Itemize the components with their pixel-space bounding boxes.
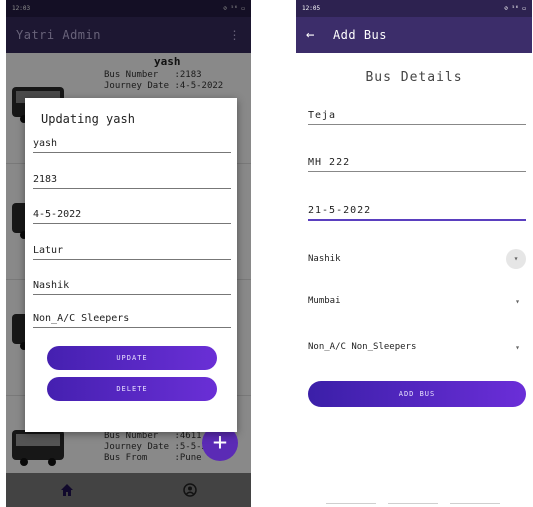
bus-name-field[interactable]: yash: [33, 138, 231, 153]
status-icons: ⊘ ⁵⁶ ▭: [504, 5, 526, 12]
nav-gesture-bar: [450, 503, 500, 504]
add-bus-button[interactable]: ADD BUS: [308, 381, 526, 407]
form-title: Bus Details: [365, 70, 463, 85]
page-title: Add Bus: [332, 28, 388, 42]
from-field[interactable]: Latur: [33, 245, 231, 260]
to-dropdown-value: Mumbai: [308, 296, 341, 306]
nav-gesture-bar: [326, 503, 376, 504]
left-phone-screen: 12:03 ⊘ ⁵⁶ ▭ Yatri Admin ⋮ yash Bus Numb…: [6, 0, 251, 507]
bus-name-field[interactable]: Teja: [308, 110, 526, 125]
app-bar: ← Add Bus: [296, 17, 532, 53]
update-button[interactable]: UPDATE: [47, 346, 217, 370]
dialog-title: Updating yash: [41, 112, 135, 126]
from-dropdown[interactable]: Nashik ▾: [308, 248, 526, 270]
journey-date-field[interactable]: 4-5-2022: [33, 209, 231, 224]
to-field[interactable]: Nashik: [33, 280, 231, 295]
update-dialog: Updating yash yash 2183 4-5-2022 Latur N…: [25, 98, 237, 432]
delete-button[interactable]: DELETE: [47, 377, 217, 401]
chevron-down-icon: ▾: [515, 296, 520, 306]
bus-type-dropdown-value: Non_A/C Non_Sleepers: [308, 342, 417, 352]
back-arrow-icon[interactable]: ←: [306, 27, 315, 43]
bus-type-dropdown[interactable]: Non_A/C Non_Sleepers ▾: [308, 340, 526, 354]
bus-number-field[interactable]: MH 222: [308, 157, 526, 172]
journey-date-field[interactable]: 21-5-2022: [308, 205, 526, 221]
from-dropdown-value: Nashik: [308, 254, 341, 264]
right-phone-screen: 12:05 ⊘ ⁵⁶ ▭ ← Add Bus Bus Details Teja …: [296, 0, 532, 507]
status-bar: 12:05 ⊘ ⁵⁶ ▭: [296, 0, 532, 17]
nav-gesture-bar: [388, 503, 438, 504]
status-time: 12:05: [302, 5, 321, 12]
chevron-down-icon: ▾: [515, 342, 520, 352]
chevron-down-icon: ▾: [506, 249, 526, 269]
to-dropdown[interactable]: Mumbai ▾: [308, 294, 526, 308]
bus-number-field[interactable]: 2183: [33, 174, 231, 189]
bus-type-field[interactable]: Non_A/C Sleepers: [33, 313, 231, 328]
